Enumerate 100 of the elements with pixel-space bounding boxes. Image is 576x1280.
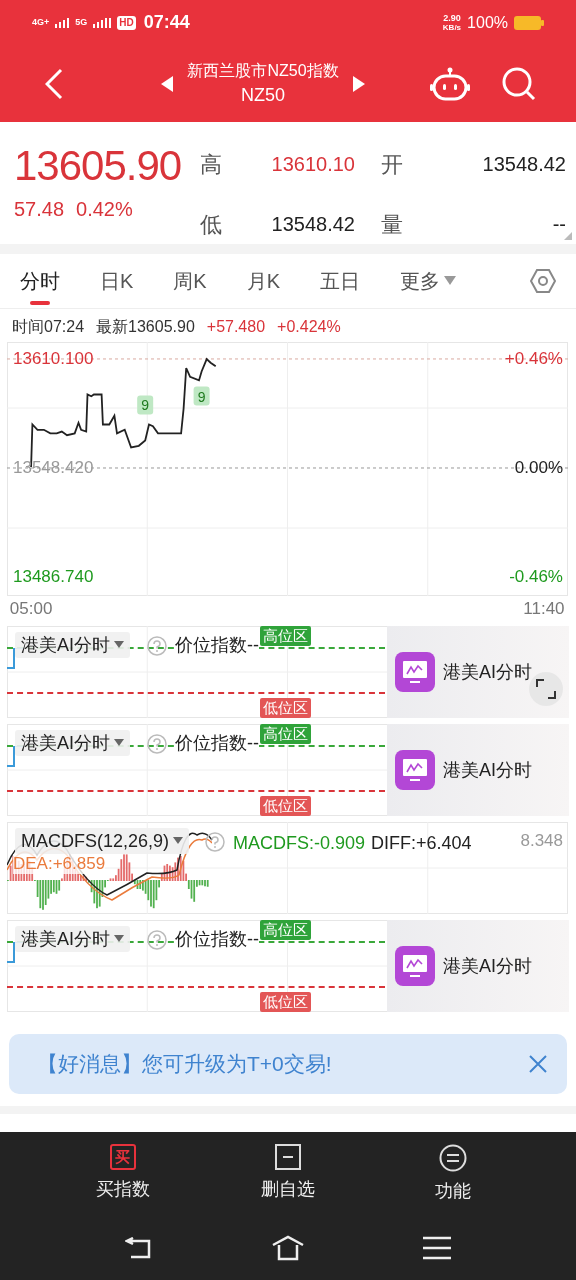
stat-label: 高 <box>200 150 223 179</box>
high-zone-tag: 高位区 <box>260 626 311 647</box>
speed-value: 2.90 <box>443 13 461 23</box>
stat-label: 开 <box>381 150 404 179</box>
monitor-chart-icon <box>395 652 435 693</box>
axis-label: 13610.100 <box>13 349 94 370</box>
buy-icon: 买 <box>109 1144 136 1170</box>
help-icon <box>147 734 167 755</box>
monitor-chart-icon <box>395 750 435 791</box>
monitor-chart-icon <box>395 946 435 987</box>
price-change: 57.48 <box>14 197 65 222</box>
minus-box-icon <box>275 1144 301 1170</box>
network-label: 4G+ <box>32 15 50 29</box>
signal-icon <box>93 17 112 28</box>
stat-value: 13548.42 <box>271 212 355 238</box>
speed-unit: KB/s <box>442 22 462 32</box>
left-triangle-icon <box>161 75 174 92</box>
dropdown-icon <box>114 935 124 944</box>
previous-button[interactable] <box>161 75 174 92</box>
settings-icon <box>530 268 556 295</box>
indicator-value: MACDFS:-0.909 <box>233 832 366 856</box>
signal-icon <box>55 17 70 28</box>
help-icon <box>147 636 167 657</box>
battery-icon <box>514 15 544 30</box>
indicator-value: DIFF:+6.404 <box>371 832 472 856</box>
percent-readout: +0.424% <box>277 317 341 338</box>
stat-label: 量 <box>381 210 404 239</box>
promo-card[interactable]: 港美AI分时 <box>387 724 569 817</box>
axis-label: 0.00% <box>514 458 563 479</box>
promo-card[interactable]: 港美AI分时 <box>387 626 569 719</box>
banner-text: 【好消息】您可升级为T+0交易! <box>37 1051 333 1078</box>
current-price: 13605.90 <box>14 142 183 190</box>
percent-change: 0.42% <box>76 197 133 222</box>
dropdown-icon <box>114 641 124 650</box>
tab[interactable]: 周K <box>173 253 207 309</box>
dropdown-icon <box>173 837 184 846</box>
tab[interactable]: 分时 <box>20 253 60 309</box>
clock: 07:44 <box>143 11 190 34</box>
dropdown-icon <box>444 276 457 287</box>
robot-button[interactable] <box>430 66 470 101</box>
help-icon <box>205 832 225 853</box>
menu-nav-button[interactable] <box>423 1236 451 1260</box>
menu-circle-icon <box>439 1144 468 1172</box>
page-title: 新西兰股市NZ50指数 <box>187 60 339 81</box>
latest-readout: 最新13605.90 <box>96 317 195 338</box>
back-nav-button[interactable] <box>125 1237 153 1259</box>
indicator-selector[interactable]: 港美AI分时 <box>15 632 130 659</box>
settings-button[interactable] <box>530 268 556 295</box>
more-menu[interactable]: 更多 <box>400 253 457 309</box>
nav-item[interactable]: 删自选 <box>243 1144 333 1216</box>
change-readout: +57.480 <box>206 317 266 338</box>
robot-icon <box>430 66 470 101</box>
promo-card[interactable]: 港美AI分时 <box>387 920 569 1013</box>
page-subtitle: NZ50 <box>241 83 285 107</box>
nav-item[interactable]: 功能 <box>408 1144 499 1216</box>
annotation: 9 <box>141 397 150 414</box>
dropdown-icon <box>114 739 124 748</box>
tab[interactable]: 日K <box>100 253 134 309</box>
next-button[interactable] <box>352 75 365 92</box>
battery-percent: 100% <box>467 12 508 33</box>
search-icon <box>502 66 536 101</box>
corner-icon <box>564 232 572 241</box>
close-button[interactable] <box>529 1055 547 1074</box>
back-icon <box>45 67 63 100</box>
stat-value: -- <box>552 212 566 238</box>
low-zone-tag: 低位区 <box>260 796 311 817</box>
time-readout: 时间07:24 <box>12 317 85 338</box>
low-zone-tag: 低位区 <box>260 698 311 719</box>
high-zone-tag: 高位区 <box>260 920 311 941</box>
nav-item[interactable]: 买 买指数 <box>77 1144 168 1216</box>
menu-icon <box>423 1236 451 1260</box>
expand-icon <box>536 679 556 700</box>
dea-readout: DEA:+6.859 <box>13 854 106 875</box>
indicator-selector[interactable]: 港美AI分时 <box>15 730 130 757</box>
home-icon <box>271 1235 305 1261</box>
indicator-selector[interactable]: 港美AI分时 <box>15 926 130 953</box>
right-triangle-icon <box>352 75 365 92</box>
tab[interactable]: 月K <box>246 253 281 309</box>
axis-label: 8.348 <box>520 830 563 853</box>
tab[interactable]: 五日 <box>320 253 361 309</box>
promo-label: 港美AI分时 <box>443 758 532 782</box>
annotation: 9 <box>197 388 206 405</box>
stat-value: 13610.10 <box>271 152 355 178</box>
stat-label: 低 <box>200 210 223 239</box>
low-zone-tag: 低位区 <box>260 992 311 1013</box>
help-icon <box>147 930 167 951</box>
search-button[interactable] <box>502 66 536 101</box>
back-icon <box>125 1237 153 1259</box>
promo-label: 港美AI分时 <box>443 954 532 978</box>
signal-marker: 9 <box>193 386 210 406</box>
network-label: 5G <box>75 15 88 29</box>
axis-label: 05:00 <box>8 599 54 620</box>
hd-badge: HD <box>117 15 136 30</box>
close-icon <box>529 1055 547 1074</box>
high-zone-tag: 高位区 <box>260 724 311 745</box>
stat-value: 13548.42 <box>482 152 566 178</box>
axis-label: 13486.740 <box>13 567 94 588</box>
axis-label: 13548.420 <box>13 458 94 479</box>
indicator-selector[interactable]: MACDFS(12,26,9) <box>15 828 190 855</box>
home-nav-button[interactable] <box>271 1235 305 1261</box>
